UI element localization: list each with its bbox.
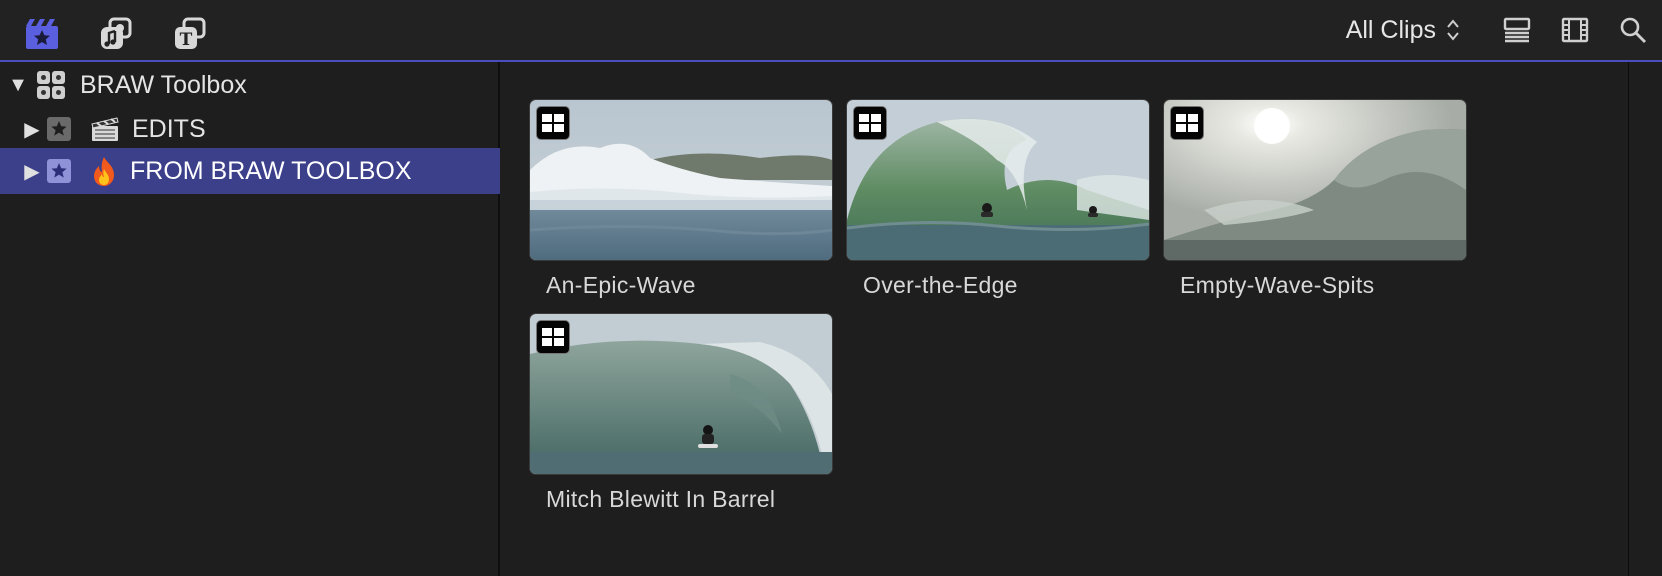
clip-tile[interactable]: Mitch Blewitt In Barrel bbox=[530, 314, 832, 513]
photos-audio-icon bbox=[101, 17, 132, 49]
clip-thumbnail[interactable] bbox=[530, 314, 832, 474]
titles-generators-button[interactable]: T bbox=[170, 14, 210, 54]
event-star-icon bbox=[47, 117, 71, 141]
fire-icon bbox=[94, 157, 114, 186]
libraries-sidebar: ▼ BRAW Toolbox ▶ EDITS ▶ FROM BRAW TOOLB… bbox=[0, 62, 500, 576]
sidebar-item-edits[interactable]: ▶ EDITS bbox=[0, 106, 500, 152]
clip-thumbnail[interactable] bbox=[847, 100, 1149, 260]
clip-name: An-Epic-Wave bbox=[546, 272, 696, 298]
disclosure-expanded-icon[interactable]: ▼ bbox=[8, 74, 28, 97]
vertical-scrollbar[interactable] bbox=[1628, 62, 1662, 576]
clip-tile[interactable]: An-Epic-Wave bbox=[530, 100, 832, 299]
multicam-badge bbox=[536, 106, 570, 140]
libraries-button[interactable] bbox=[22, 14, 62, 54]
clapper-icon bbox=[91, 117, 119, 141]
clip-tile[interactable]: Over-the-Edge bbox=[847, 100, 1149, 299]
browser-toolbar: T All Clips bbox=[0, 0, 1662, 62]
multicam-icon bbox=[859, 114, 881, 132]
search-button[interactable] bbox=[1604, 10, 1662, 50]
clip-thumbnail[interactable] bbox=[530, 100, 832, 260]
clip-thumbnail[interactable] bbox=[1164, 100, 1466, 260]
clip-appearance-icon bbox=[1503, 17, 1531, 43]
clip-filter-label: All Clips bbox=[1345, 15, 1436, 44]
photos-audio-button[interactable] bbox=[96, 14, 136, 54]
sidebar-item-label: EDITS bbox=[132, 114, 206, 143]
sidebar-item-label: FROM BRAW TOOLBOX bbox=[130, 156, 412, 185]
library-name: BRAW Toolbox bbox=[80, 70, 247, 99]
multicam-badge bbox=[853, 106, 887, 140]
search-icon bbox=[1620, 17, 1646, 43]
library-icon bbox=[37, 71, 65, 99]
clip-tile[interactable]: Empty-Wave-Spits bbox=[1164, 100, 1466, 299]
event-star-icon bbox=[47, 159, 71, 183]
clip-name: Empty-Wave-Spits bbox=[1180, 272, 1375, 298]
clip-browser: An-Epic-Wave Over-the-Edge Empty-Wave-Sp… bbox=[500, 62, 1628, 576]
multicam-badge bbox=[536, 320, 570, 354]
titles-generators-icon: T bbox=[175, 17, 206, 50]
svg-text:T: T bbox=[180, 30, 193, 50]
multicam-icon bbox=[542, 114, 564, 132]
library-row[interactable]: ▼ BRAW Toolbox bbox=[0, 62, 500, 108]
libraries-icon bbox=[26, 19, 58, 49]
filmstrip-button[interactable] bbox=[1546, 10, 1604, 50]
disclosure-collapsed-icon[interactable]: ▶ bbox=[22, 117, 42, 142]
disclosure-collapsed-icon[interactable]: ▶ bbox=[22, 159, 42, 184]
multicam-icon bbox=[1176, 114, 1198, 132]
clip-name: Mitch Blewitt In Barrel bbox=[546, 486, 776, 512]
multicam-icon bbox=[542, 328, 564, 346]
clip-name: Over-the-Edge bbox=[863, 272, 1018, 298]
multicam-badge bbox=[1170, 106, 1204, 140]
clip-appearance-button[interactable] bbox=[1488, 10, 1546, 50]
sidebar-item-from-braw-toolbox[interactable]: ▶ FROM BRAW TOOLBOX bbox=[0, 148, 500, 194]
clip-filter-menu[interactable]: All Clips bbox=[1346, 16, 1460, 45]
filmstrip-icon bbox=[1561, 17, 1589, 43]
chevron-updown-icon bbox=[1447, 19, 1459, 41]
